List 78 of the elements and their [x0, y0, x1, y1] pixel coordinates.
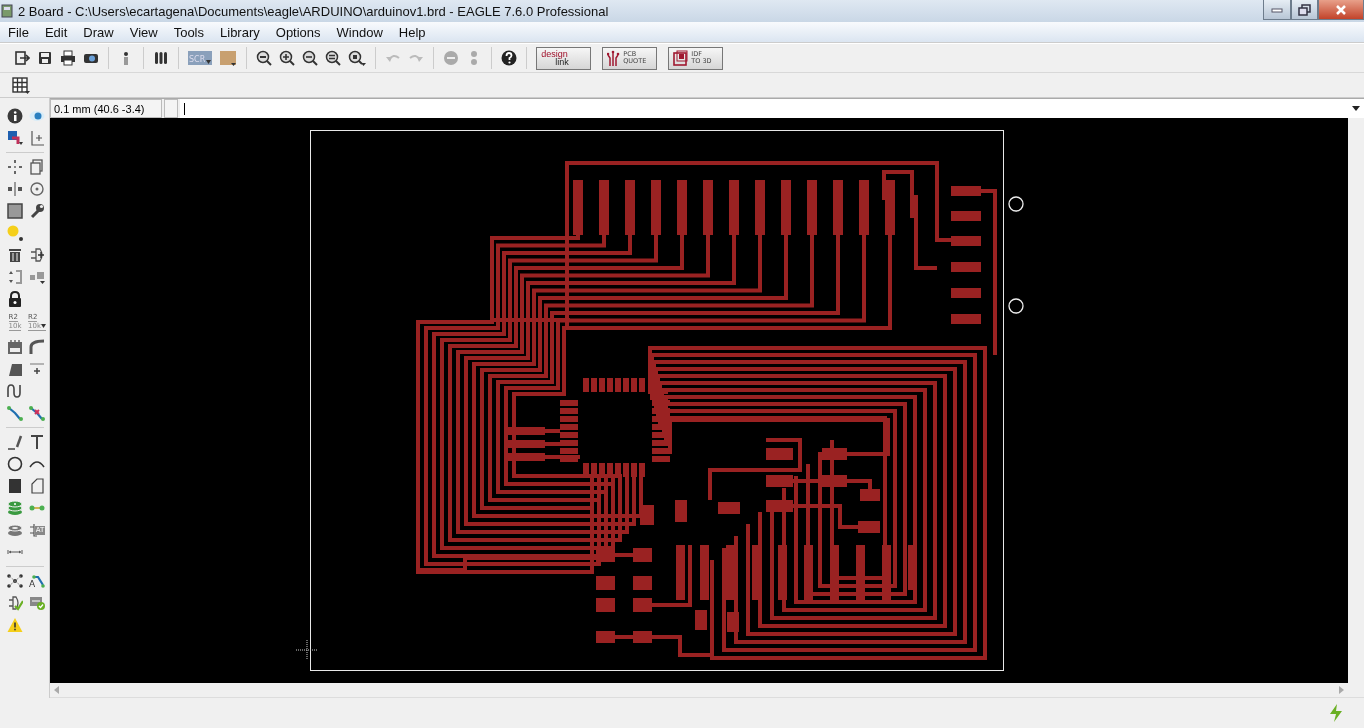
split-icon[interactable] [7, 361, 23, 377]
vertical-scrollbar[interactable] [1348, 118, 1364, 683]
wire-icon[interactable] [7, 434, 23, 450]
ripup-icon[interactable] [29, 405, 45, 421]
part-outline-icon [28, 522, 38, 538]
drill-hole-marker [1008, 196, 1024, 212]
zoom-fit-icon[interactable] [256, 50, 273, 66]
rectangle-icon[interactable] [7, 478, 23, 494]
warning-icon[interactable] [7, 617, 23, 633]
group-icon[interactable] [7, 203, 23, 219]
dropdown-arrow-icon [1352, 106, 1360, 111]
rotate-icon[interactable] [29, 181, 45, 197]
add-part-icon[interactable] [29, 247, 45, 263]
swap-icon[interactable] [29, 269, 45, 285]
text-cursor-icon [184, 101, 186, 116]
highlight-icon[interactable] [7, 225, 23, 241]
route-icon[interactable] [7, 405, 23, 421]
menu-item[interactable]: Edit [36, 24, 76, 40]
erc-icon[interactable] [7, 595, 23, 611]
zoom-in-icon[interactable] [279, 50, 296, 66]
miter-icon[interactable] [29, 339, 45, 355]
circle-icon[interactable] [7, 456, 23, 472]
caret-icon [206, 60, 212, 64]
grid-icon[interactable] [12, 76, 30, 94]
restore-icon [1298, 3, 1311, 16]
coordinate-display: 0.1 mm (40.6 -3.4) [50, 99, 162, 118]
zoom-redraw-icon[interactable] [325, 50, 342, 66]
trace-icon [31, 575, 46, 589]
zoom-out-icon[interactable] [302, 50, 319, 66]
mirror-icon[interactable] [7, 181, 23, 197]
menu-item[interactable]: File [0, 24, 37, 40]
move-icon[interactable] [7, 159, 23, 175]
menu-item[interactable]: Draw [75, 24, 122, 40]
drill-hole-marker [1008, 298, 1024, 314]
optimize-icon[interactable] [29, 361, 45, 377]
mark-icon[interactable] [29, 130, 45, 146]
menu-item[interactable]: Options [267, 24, 329, 40]
delete-icon[interactable] [7, 247, 23, 263]
print-icon[interactable] [60, 50, 76, 66]
menu-item[interactable]: Library [212, 24, 268, 40]
smash-icon[interactable] [7, 339, 23, 355]
replace-icon[interactable] [7, 269, 23, 285]
via-icon[interactable] [7, 500, 23, 516]
chip-3d-icon [673, 50, 689, 66]
close-button[interactable] [1318, 0, 1364, 20]
caret-icon [41, 324, 46, 328]
window-title: 2 Board - C:\Users\ecartagena\Documents\eagle\ARDUINO\arduinov1.brd - EAGLE 7.6.0 Professional [18, 3, 609, 19]
save-icon[interactable] [37, 50, 53, 66]
restore-button[interactable] [1291, 0, 1318, 20]
wrench-icon[interactable] [29, 203, 45, 219]
close-icon [1334, 3, 1348, 16]
menu-item[interactable]: Tools [165, 24, 212, 40]
app-icon [0, 3, 14, 19]
help-icon[interactable] [501, 50, 518, 66]
hole-icon[interactable] [7, 522, 23, 538]
command-input[interactable] [180, 99, 1364, 118]
layers-icon[interactable] [153, 50, 169, 66]
drc-icon[interactable] [29, 595, 45, 611]
crosshair-cursor [295, 639, 319, 661]
autorouter-button[interactable]: A [28, 573, 46, 589]
ratsnest-icon[interactable] [7, 573, 23, 589]
menu-item[interactable]: Window [328, 24, 391, 40]
import-icon[interactable] [14, 50, 30, 66]
info-icon[interactable] [7, 108, 23, 124]
lock-icon[interactable] [7, 291, 23, 307]
menu-item[interactable]: View [121, 24, 166, 40]
menu-item[interactable]: Help [390, 24, 434, 40]
text-icon[interactable] [29, 434, 45, 450]
eye-icon[interactable] [29, 108, 45, 124]
circuit-icon [607, 49, 621, 67]
minimize-button[interactable] [1263, 0, 1291, 20]
polygon-icon[interactable] [29, 478, 45, 494]
layer-colors-icon[interactable] [7, 130, 23, 146]
design-link-button[interactable]: design link [536, 46, 592, 70]
ulp-icon[interactable] [219, 50, 238, 66]
zoom-select-icon[interactable] [348, 50, 367, 66]
copy-icon[interactable] [29, 159, 45, 175]
meander-icon[interactable] [7, 383, 23, 399]
